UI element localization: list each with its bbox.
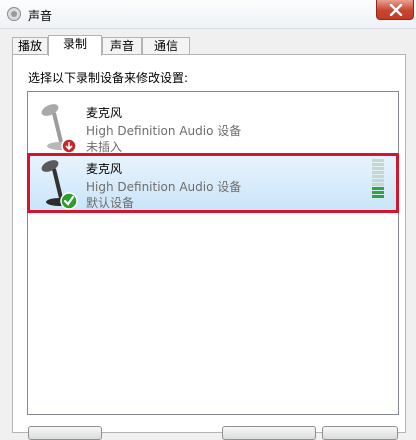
tab-label: 播放 <box>17 39 42 53</box>
tab-recording[interactable]: 录制 <box>48 35 102 56</box>
title-bar[interactable]: 声音 <box>0 0 416 29</box>
device-status: 默认设备 <box>86 196 135 210</box>
set-default-button[interactable] <box>222 426 316 440</box>
level-meter <box>372 159 384 205</box>
microphone-icon <box>41 160 78 210</box>
tab-communications[interactable]: 通信 <box>142 37 190 55</box>
configure-button[interactable] <box>28 426 102 440</box>
device-description: High Definition Audio 设备 <box>86 180 242 194</box>
device-list[interactable]: 麦克风 High Definition Audio 设备 未插入 麦克风 Hig… <box>27 91 399 415</box>
tab-label: 声音 <box>109 39 134 53</box>
close-icon <box>389 4 403 16</box>
device-item-microphone-default[interactable]: 麦克风 High Definition Audio 设备 默认设备 <box>27 153 399 213</box>
device-description: High Definition Audio 设备 <box>86 124 242 138</box>
instruction-text: 选择以下录制设备来修改设置: <box>28 71 189 85</box>
device-name: 麦克风 <box>86 162 123 176</box>
tab-label: 通信 <box>153 39 178 53</box>
device-status: 未插入 <box>86 140 123 154</box>
tab-playback[interactable]: 播放 <box>12 37 48 55</box>
microphone-icon <box>41 104 77 154</box>
device-name: 麦克风 <box>86 106 123 120</box>
device-item-microphone-unplugged[interactable]: 麦克风 High Definition Audio 设备 未插入 <box>28 98 398 156</box>
tab-label: 录制 <box>62 37 87 51</box>
tab-sounds[interactable]: 声音 <box>102 37 142 55</box>
close-button[interactable] <box>376 0 414 20</box>
window-title: 声音 <box>28 9 53 23</box>
properties-button[interactable] <box>322 426 398 440</box>
speaker-icon <box>7 7 21 21</box>
